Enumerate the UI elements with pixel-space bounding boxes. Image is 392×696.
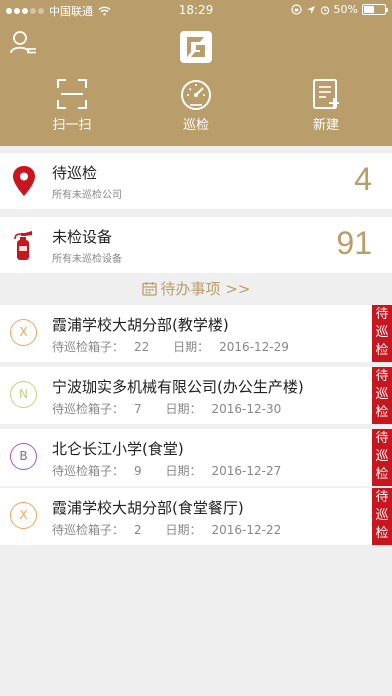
todo-section-title: 待办事项 >> [160,280,251,298]
box-count-label: 待巡检箱子： [52,340,125,354]
app-header: 中国联通 18:29 50% 扫一扫 巡检 新建 [0,0,392,146]
pending-inspection-subtitle: 所有未巡检公司 [52,190,122,201]
uninspected-devices-title: 未检设备 [52,228,113,246]
rotation-lock-icon [290,4,302,15]
task-avatar: B [10,443,37,470]
task-avatar: N [10,381,37,408]
box-count-label: 待巡检箱子： [52,464,125,478]
pending-inspection-title: 待巡检 [52,164,98,182]
new-button[interactable]: 新建 [286,78,366,134]
date-value: 2016-12-27 [211,464,282,478]
scan-icon [57,79,87,109]
status-bar: 中国联通 18:29 50% [0,0,392,20]
pending-tag: 待巡检 [372,488,392,545]
location-pin-icon [13,166,35,196]
battery-fill [364,6,374,13]
battery-percent: 50% [333,3,358,16]
date-label: 日期： [173,340,210,354]
alarm-icon [320,5,329,15]
location-arrow-icon [306,5,315,14]
task-item[interactable]: B 北仑长江小学(食堂) 待巡检箱子： 9 日期： 2016-12-27 待巡检 [0,429,392,486]
pending-inspection-card[interactable]: 待巡检 所有未巡检公司 4 [0,153,392,209]
task-name: 北仑长江小学(食堂) [52,440,184,458]
uninspected-devices-count: 91 [336,225,372,261]
fire-extinguisher-icon [14,231,32,260]
task-name: 霞浦学校大胡分部(教学楼) [52,316,229,334]
task-meta: 待巡检箱子： 2 日期： 2016-12-22 [52,521,301,538]
box-count-label: 待巡检箱子： [52,523,125,537]
date-value: 2016-12-30 [211,402,282,416]
task-meta: 待巡检箱子： 9 日期： 2016-12-27 [52,462,301,479]
task-avatar: X [10,502,37,529]
app-logo [180,31,212,63]
task-item[interactable]: X 霞浦学校大胡分部(教学楼) 待巡检箱子： 22 日期： 2016-12-29 待… [0,305,392,362]
new-document-icon [313,79,339,109]
gauge-icon [181,80,211,110]
pending-tag: 待巡检 [372,429,392,486]
box-count-label: 待巡检箱子： [52,402,125,416]
box-count-value: 7 [134,402,142,416]
task-meta: 待巡检箱子： 22 日期： 2016-12-29 [52,338,309,355]
date-label: 日期： [165,464,202,478]
date-label: 日期： [165,402,202,416]
uninspected-devices-subtitle: 所有未巡检设备 [52,254,122,265]
task-meta: 待巡检箱子： 7 日期： 2016-12-30 [52,400,301,417]
date-label: 日期： [165,523,202,537]
pending-tag: 待巡检 [372,367,392,424]
uninspected-devices-card[interactable]: 未检设备 所有未巡检设备 91 [0,217,392,273]
task-item[interactable]: N 宁波珈实多机械有限公司(办公生产楼) 待巡检箱子： 7 日期： 2016-12-… [0,367,392,424]
box-count-value: 2 [134,523,142,537]
date-value: 2016-12-29 [219,340,289,354]
task-name: 宁波珈实多机械有限公司(办公生产楼) [52,378,304,396]
battery-icon [362,4,388,15]
inspect-label: 巡检 [182,118,209,133]
scan-button[interactable]: 扫一扫 [32,78,112,134]
scan-label: 扫一扫 [52,118,92,133]
inspect-button[interactable]: 巡检 [156,78,236,134]
new-label: 新建 [312,118,339,133]
pending-inspection-count: 4 [354,161,372,197]
calendar-icon [141,282,157,296]
task-name: 霞浦学校大胡分部(食堂餐厅) [52,499,244,517]
task-avatar: X [10,319,37,346]
user-profile-icon[interactable] [9,30,37,56]
date-value: 2016-12-22 [211,523,282,537]
pending-tag: 待巡检 [372,305,392,362]
box-count-value: 22 [134,340,150,354]
todo-section-header[interactable]: 待办事项 >> [0,274,392,304]
box-count-value: 9 [134,464,142,478]
quick-actions: 扫一扫 巡检 新建 [0,78,392,138]
task-item[interactable]: X 霞浦学校大胡分部(食堂餐厅) 待巡检箱子： 2 日期： 2016-12-22 待… [0,488,392,545]
